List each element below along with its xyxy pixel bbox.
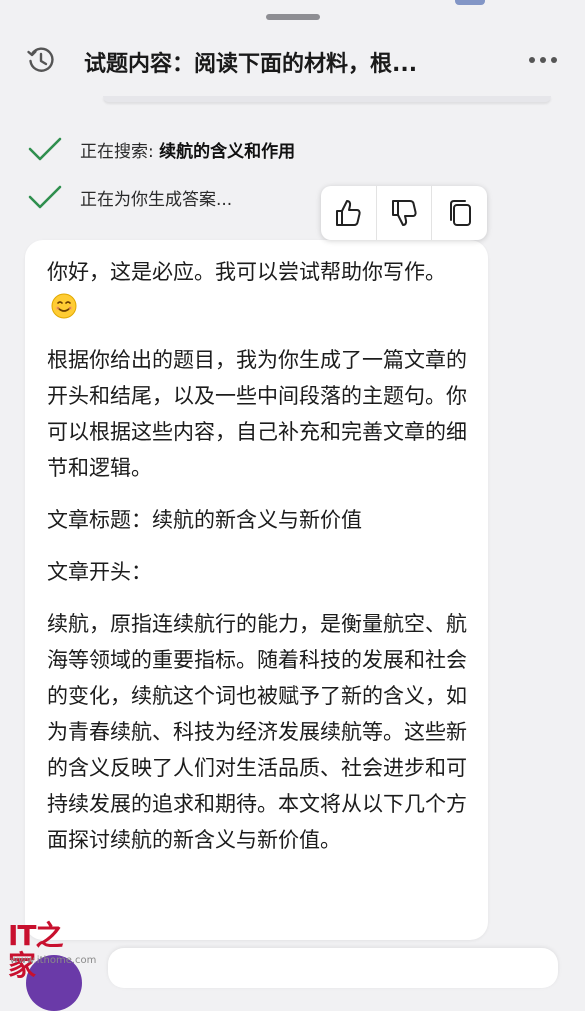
status-generating-text: 正在为你生成答案... <box>80 189 233 210</box>
answer-message-card: 你好，这是必应。我可以尝试帮助你写作。 根据你给出的题目，我为你生成了一篇文章的… <box>25 240 488 940</box>
article-opening-text: 续航，原指连续航行的能力，是衡量航空、航海等领域的重要指标。随着科技的发展和社会… <box>47 612 467 852</box>
searching-query: 续航的含义和作用 <box>159 141 296 162</box>
status-searching-text: 正在搜索: 续航的含义和作用 <box>80 137 295 162</box>
like-button[interactable] <box>321 186 377 240</box>
answer-intro: 根据你给出的题目，我为你生成了一篇文章的开头和结尾，以及一些中间段落的主题句。你… <box>47 348 467 480</box>
sheet-grabber-handle[interactable] <box>266 14 320 20</box>
check-icon <box>28 185 62 209</box>
status-searching: 正在搜索: 续航的含义和作用 <box>28 134 295 164</box>
answer-greeting-paragraph: 你好，这是必应。我可以尝试帮助你写作。 <box>47 254 467 326</box>
dislike-button[interactable] <box>377 186 433 240</box>
article-opening-label: 文章开头： <box>47 560 152 584</box>
copy-button[interactable] <box>432 186 487 240</box>
header-card-edge <box>103 96 551 102</box>
conversation-title: 试题内容：阅读下面的材料，根... <box>84 52 418 77</box>
chat-input-bar[interactable] <box>108 948 558 988</box>
copy-icon <box>449 200 471 226</box>
watermark-logo: IT之家 <box>8 919 64 982</box>
background-app-sliver <box>455 0 485 5</box>
searching-prefix: 正在搜索: <box>80 141 160 162</box>
check-icon <box>28 137 62 161</box>
status-generating: 正在为你生成答案... <box>28 182 232 212</box>
history-clock-icon[interactable] <box>26 45 56 75</box>
chat-header: 试题内容：阅读下面的材料，根... <box>0 28 585 96</box>
smiling-face-emoji-icon <box>51 293 77 319</box>
answer-greeting: 你好，这是必应。我可以尝试帮助你写作。 <box>47 260 446 284</box>
feedback-toolbar <box>321 186 487 240</box>
thumbs-down-icon <box>392 200 417 226</box>
thumbs-up-icon <box>336 200 361 226</box>
ithome-watermark: IT之家 www.ithome.com <box>8 921 96 981</box>
chat-sheet: 试题内容：阅读下面的材料，根... 正在搜索: 续航的含义和作用 正在为你生成答… <box>0 0 585 1011</box>
answer-body: 你好，这是必应。我可以尝试帮助你写作。 根据你给出的题目，我为你生成了一篇文章的… <box>47 254 467 874</box>
article-title-line: 文章标题：续航的新含义与新价值 <box>47 508 362 532</box>
more-horizontal-icon[interactable] <box>526 48 560 72</box>
watermark-url: www.ithome.com <box>10 955 97 966</box>
